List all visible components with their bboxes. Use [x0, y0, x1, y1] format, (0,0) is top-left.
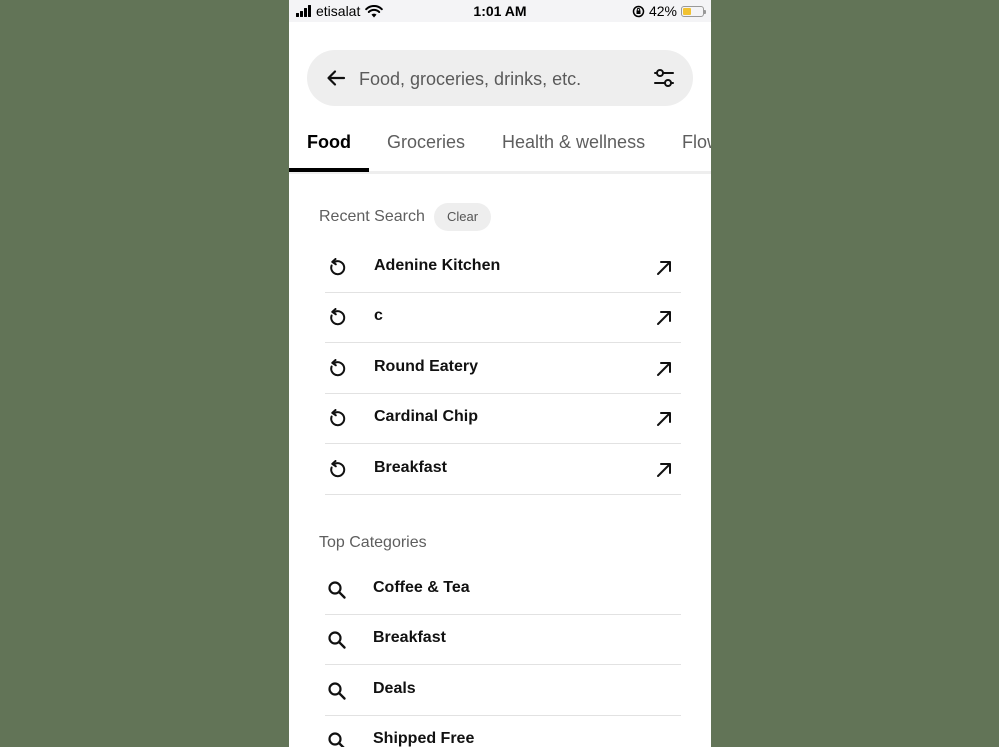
recent-item[interactable]: c	[325, 293, 681, 343]
sliders-icon[interactable]	[653, 67, 675, 89]
active-tab-indicator	[289, 168, 369, 172]
search-icon	[328, 682, 346, 700]
arrow-up-right-icon[interactable]	[655, 410, 673, 428]
history-icon	[330, 359, 346, 377]
arrow-up-right-icon[interactable]	[655, 309, 673, 327]
tab-health-wellness[interactable]: Health & wellness	[502, 132, 645, 153]
category-item-label: Deals	[373, 680, 416, 697]
recent-item[interactable]: Round Eatery	[325, 344, 681, 394]
tab-groceries[interactable]: Groceries	[387, 132, 465, 153]
arrow-up-right-icon[interactable]	[655, 360, 673, 378]
recent-item-label: Breakfast	[374, 459, 447, 476]
arrow-up-right-icon[interactable]	[655, 461, 673, 479]
search-bar[interactable]	[307, 50, 693, 106]
search-input[interactable]	[357, 64, 641, 94]
top-categories-heading: Top Categories	[319, 534, 427, 551]
category-item-label: Shipped Free	[373, 730, 475, 747]
history-icon	[330, 258, 346, 276]
phone-screen: etisalat 1:01 AM 42% Food, groceries, dr…	[289, 0, 711, 747]
battery-icon	[681, 5, 706, 17]
category-item-label: Breakfast	[373, 629, 446, 646]
history-icon	[330, 460, 346, 478]
status-bar: etisalat 1:01 AM 42%	[289, 0, 711, 22]
recent-item[interactable]: Adenine Kitchen	[325, 243, 681, 293]
recent-item[interactable]: Breakfast	[325, 445, 681, 495]
category-tabs: Food Groceries Health & wellness Flowers	[289, 128, 711, 174]
recent-search-heading: Recent Search	[319, 208, 425, 225]
recent-item-label: Cardinal Chip	[374, 408, 479, 425]
tab-flowers[interactable]: Flowers	[682, 132, 711, 153]
category-item-label: Coffee & Tea	[373, 579, 470, 596]
arrow-up-right-icon[interactable]	[655, 259, 673, 277]
clear-button[interactable]: Clear	[434, 203, 491, 231]
category-item[interactable]: Deals	[325, 666, 681, 716]
category-item[interactable]: Shipped Free	[325, 716, 681, 747]
search-icon	[328, 732, 345, 747]
battery-fill	[683, 7, 691, 15]
tab-food[interactable]: Food	[307, 132, 351, 153]
orientation-lock-icon	[632, 5, 645, 17]
status-right: 42%	[632, 3, 706, 19]
history-icon	[330, 409, 346, 427]
battery-percent: 42%	[648, 3, 677, 19]
arrow-left-icon[interactable]	[325, 67, 347, 89]
recent-item-label: Round Eatery	[374, 358, 479, 375]
recent-item-label: c	[374, 307, 383, 324]
category-item[interactable]: Breakfast	[325, 615, 681, 665]
history-icon	[330, 308, 346, 326]
category-item[interactable]: Coffee & Tea	[325, 565, 681, 615]
search-icon	[328, 581, 346, 599]
recent-item[interactable]: Cardinal Chip	[325, 394, 681, 444]
search-icon	[328, 631, 346, 649]
recent-item-label: Adenine Kitchen	[374, 257, 501, 274]
